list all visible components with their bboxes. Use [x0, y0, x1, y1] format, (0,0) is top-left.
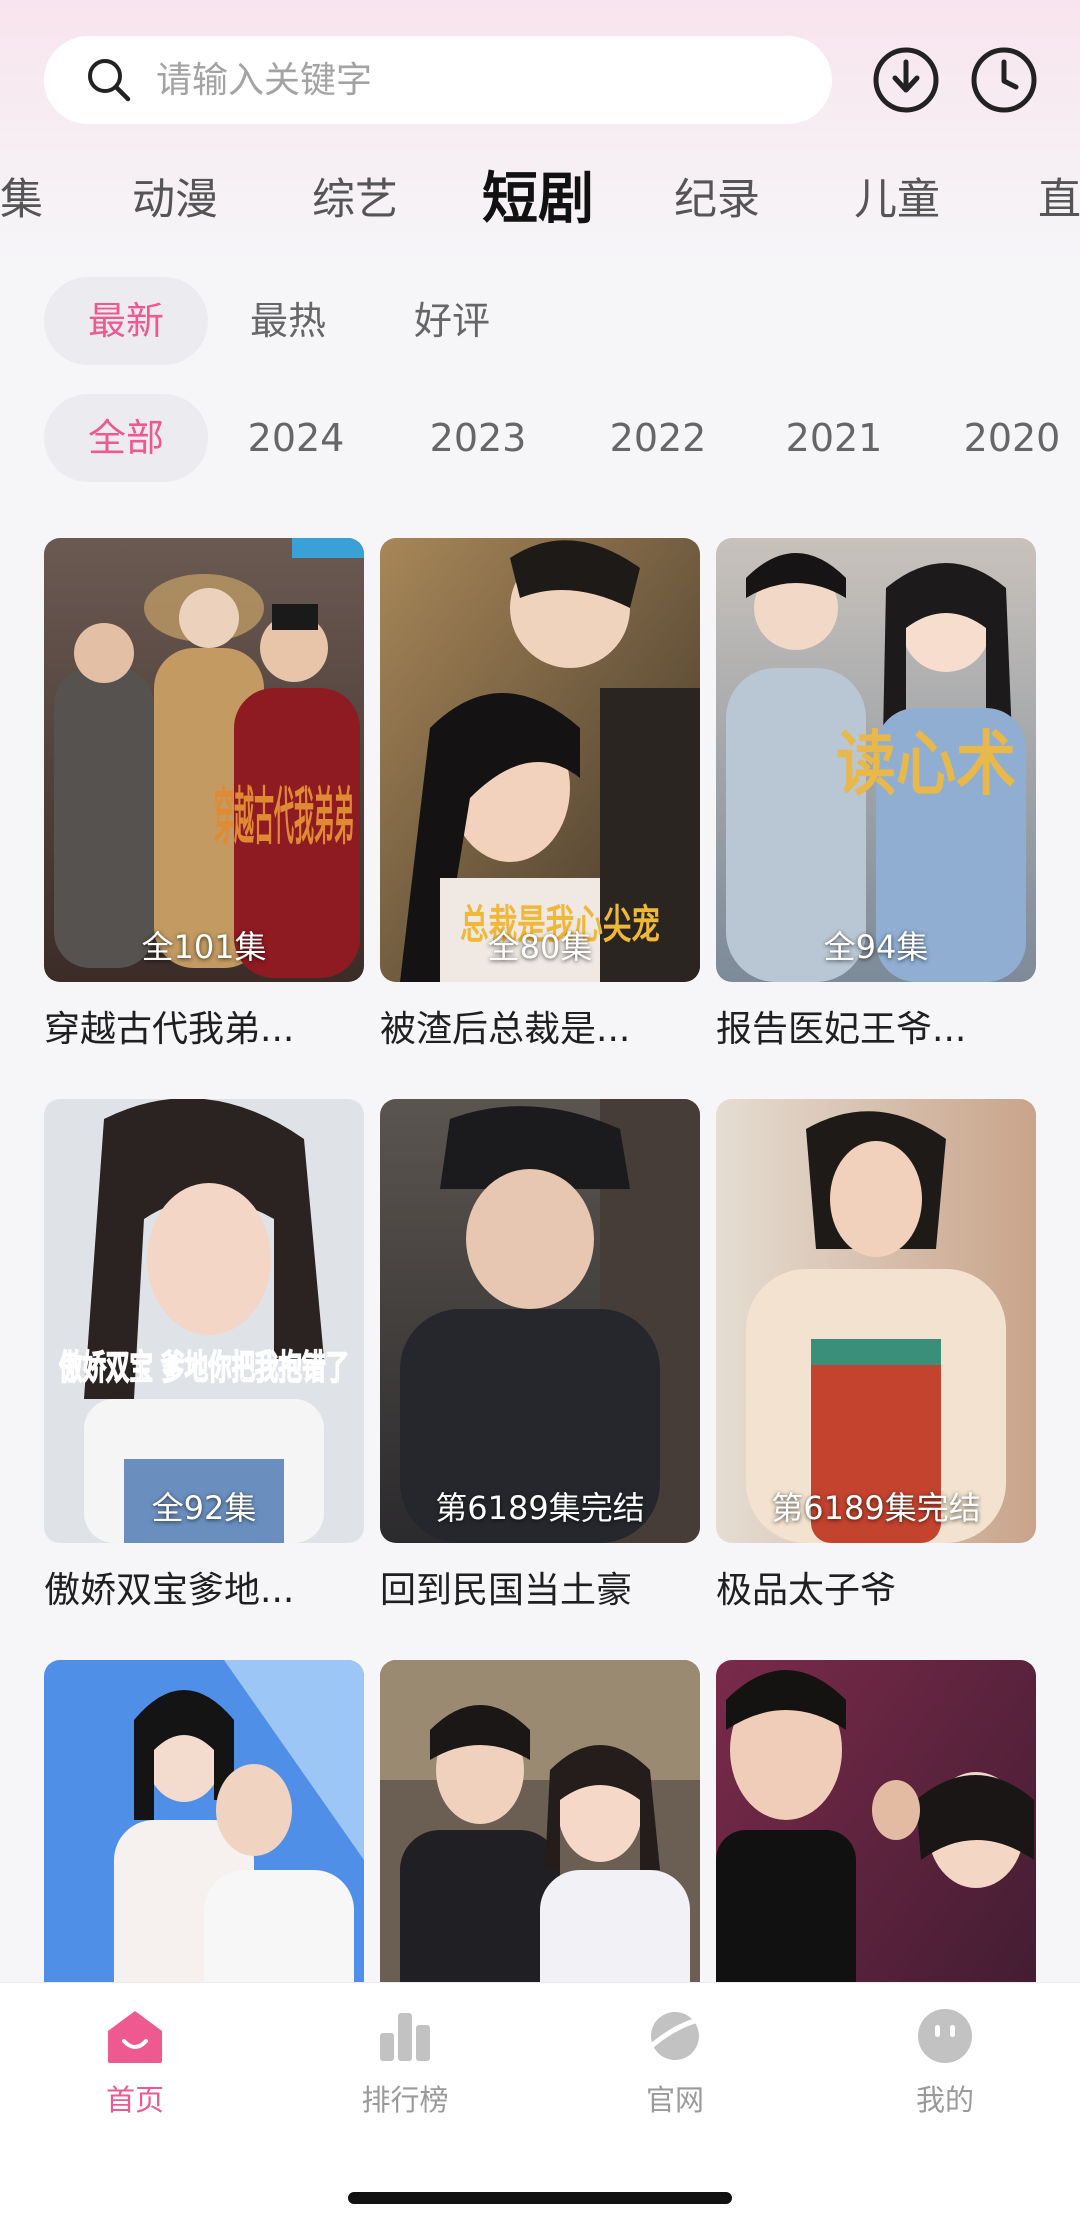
tab-ji[interactable]: 集	[0, 150, 43, 250]
filter-newest[interactable]: 最新	[44, 277, 208, 365]
poster-artwork: 穿越古代我弟弟	[44, 538, 364, 982]
filter-year-2021[interactable]: 2021	[774, 394, 894, 482]
nav-ranking[interactable]: 排行榜	[270, 2005, 540, 2119]
filter-year-2022[interactable]: 2022	[598, 394, 718, 482]
filter-year-2024[interactable]: 2024	[236, 394, 356, 482]
episode-badge: 全101集	[141, 928, 267, 966]
poster-artwork: 总裁是我心尖宠	[380, 538, 700, 982]
search-input[interactable]	[156, 59, 796, 101]
nav-official-site[interactable]: 官网	[540, 2005, 810, 2119]
filter-hottest[interactable]: 最热	[228, 277, 348, 365]
drama-poster[interactable]: 傲娇双宝 爹地你把我抱错了 全92集	[44, 1099, 364, 1543]
episode-badge: 全80集	[487, 928, 593, 966]
drama-poster[interactable]: 第6189集完结	[380, 1099, 700, 1543]
poster-artwork	[716, 1099, 1036, 1543]
episode-badge: 全92集	[151, 1489, 257, 1527]
home-indicator	[348, 2192, 732, 2204]
tab-anime[interactable]: 动漫	[132, 150, 218, 250]
ranking-icon	[380, 2013, 430, 2061]
drama-poster[interactable]: 第6189集完结	[716, 1099, 1036, 1543]
poster-artwork	[380, 1099, 700, 1543]
nav-label: 排行榜	[361, 2083, 449, 2117]
tab-short-drama[interactable]: 短剧	[482, 150, 594, 250]
tab-live[interactable]: 直	[1038, 150, 1080, 250]
episode-badge: 第6189集完结	[435, 1489, 645, 1527]
sort-filter-row: 最新 最热 好评	[0, 277, 1080, 365]
drama-poster[interactable]: 总裁是我心尖宠 全80集	[380, 538, 700, 982]
filter-year-2023[interactable]: 2023	[418, 394, 538, 482]
drama-title: 被渣后总裁是...	[380, 1009, 631, 1050]
home-icon	[108, 2011, 162, 2063]
drama-card[interactable]: 第6189集完结 极品太子爷	[716, 1099, 1036, 1613]
poster-artwork: 傲娇双宝 爹地你把我抱错了	[44, 1099, 364, 1543]
poster-text: 傲娇双宝 爹地你把我抱错了	[59, 1348, 349, 1388]
filter-year-2020[interactable]: 2020	[952, 394, 1072, 482]
year-filter-row: 全部 2024 2023 2022 2021 2020	[0, 394, 1080, 482]
poster-artwork: 读心术	[716, 538, 1036, 982]
tab-children[interactable]: 儿童	[854, 150, 940, 250]
drama-title: 穿越古代我弟...	[44, 1009, 295, 1050]
category-tabs: 集 动漫 综艺 短剧 纪录 儿童 直	[0, 150, 1080, 250]
drama-poster[interactable]: 穿越古代我弟弟 全101集	[44, 538, 364, 982]
nav-label: 官网	[645, 2083, 704, 2117]
poster-text: 读心术	[836, 722, 1016, 805]
episode-badge: 第6189集完结	[771, 1489, 981, 1527]
drama-title: 报告医妃王爷...	[716, 1009, 967, 1050]
drama-poster[interactable]: 读心术 全94集	[716, 538, 1036, 982]
filter-best-rated[interactable]: 好评	[392, 277, 512, 365]
filter-year-all[interactable]: 全部	[44, 394, 208, 482]
drama-card[interactable]: 傲娇双宝 爹地你把我抱错了 全92集 傲娇双宝爹地...	[44, 1099, 364, 1613]
drama-title: 极品太子爷	[716, 1570, 897, 1611]
history-icon[interactable]	[968, 44, 1040, 116]
drama-title: 回到民国当土豪	[380, 1570, 633, 1611]
download-icon[interactable]	[870, 44, 942, 116]
drama-card[interactable]: 穿越古代我弟弟 全101集 穿越古代我弟...	[44, 538, 364, 1052]
planet-icon	[645, 2012, 705, 2060]
profile-icon	[918, 2009, 972, 2063]
drama-card[interactable]: 第6189集完结 回到民国当土豪	[380, 1099, 700, 1613]
search-bar[interactable]	[44, 36, 832, 124]
nav-label: 我的	[915, 2083, 974, 2117]
drama-card[interactable]: 总裁是我心尖宠 全80集 被渣后总裁是...	[380, 538, 700, 1052]
poster-text: 穿越古代我弟弟	[214, 780, 354, 853]
nav-profile[interactable]: 我的	[810, 2005, 1080, 2119]
tab-documentary[interactable]: 纪录	[674, 150, 760, 250]
search-icon	[88, 59, 131, 102]
nav-home[interactable]: 首页	[0, 2005, 270, 2119]
drama-card[interactable]: 读心术 全94集 报告医妃王爷...	[716, 538, 1036, 1052]
episode-badge: 全94集	[823, 928, 929, 966]
tab-variety[interactable]: 综艺	[312, 150, 398, 250]
drama-title: 傲娇双宝爹地...	[44, 1570, 295, 1611]
nav-label: 首页	[105, 2083, 164, 2117]
